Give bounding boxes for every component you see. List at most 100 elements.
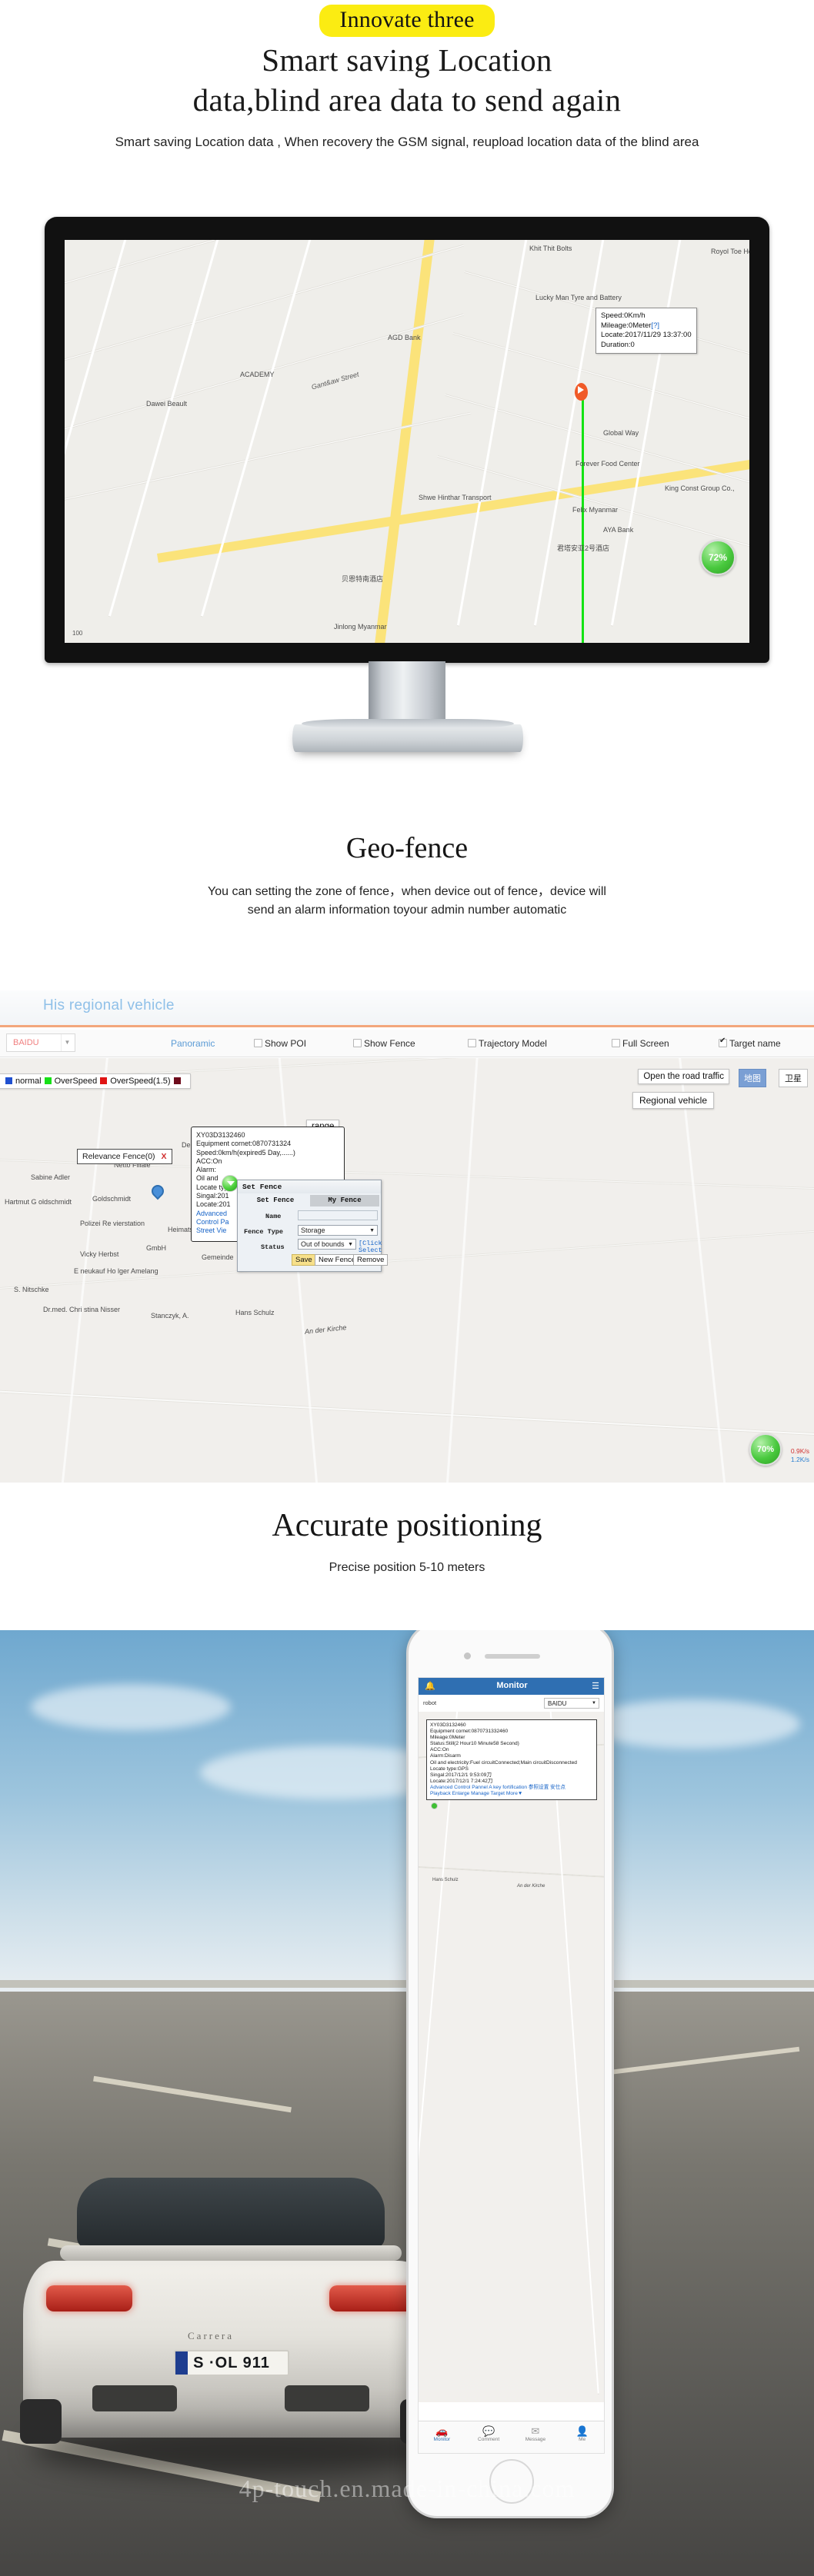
checkbox-trajectory-model[interactable]: Trajectory Model (468, 1038, 547, 1049)
page-title: Smart saving Location data,blind area da… (0, 40, 814, 120)
cloud-shape (585, 1699, 800, 1749)
nav-item-message[interactable]: ✉ Message (512, 2421, 559, 2453)
legend-swatch-normal (5, 1077, 12, 1084)
app-map[interactable]: XY03D3132460 Equipment cornet:0870731332… (419, 1712, 604, 2402)
map-poi: Lucky Man Tyre and Battery (535, 294, 622, 301)
tab-his-regional-vehicle[interactable]: His regional vehicle (43, 997, 175, 1014)
message-icon: ✉ (531, 2425, 540, 2437)
dialog-tabs: Set Fence My Fence (241, 1195, 379, 1206)
open-road-traffic-button[interactable]: Open the road traffic (638, 1069, 729, 1084)
app-title: Monitor (496, 1681, 528, 1690)
app-card-oil: Oil and electricity:Fuel circuitConnecte… (430, 1759, 577, 1766)
phone-screen[interactable]: 🔔 Monitor ☰ robot BAIDU ▼ XY03D3132460 E… (418, 1677, 605, 2454)
panoramic-link[interactable]: Panoramic (171, 1038, 215, 1049)
robot-label: robot (423, 1699, 437, 1706)
menu-icon[interactable]: ☰ (592, 1681, 599, 1691)
tab-my-fence[interactable]: My Fence (310, 1195, 379, 1206)
vehicle-marker-icon[interactable] (575, 383, 588, 401)
network-speed-down: 1.2K/s (790, 1456, 809, 1463)
legend-label-overspeed: OverSpeed (54, 1077, 98, 1086)
monitor-illustration: Khit Thit Bolts Royol Toe Hot Lucky Man … (45, 217, 769, 755)
lifestyle-photo: Carrera S ·OL 911 🔔 Monitor ☰ robot BAID… (0, 1630, 814, 2576)
chevron-down-icon: ▼ (348, 1242, 353, 1247)
fence-type-select[interactable]: Storage ▼ (298, 1225, 378, 1236)
bubble-mileage-flag[interactable]: [?] (651, 321, 659, 330)
map-minor-road (419, 1712, 459, 2394)
map-poi: King Const Group Co., (665, 484, 735, 492)
accurate-title: Accurate positioning (272, 1508, 542, 1543)
app-map-poi: Hans Schulz (432, 1878, 459, 1882)
legend-swatch-overspeed (44, 1077, 52, 1084)
checkbox-show-fence[interactable]: Show Fence (353, 1038, 415, 1049)
nav-item-me[interactable]: 👤 Me (559, 2421, 604, 2453)
map-poi: 贝恩特南酒店 (342, 575, 384, 583)
save-button[interactable]: Save (292, 1254, 316, 1266)
bubble-mileage: Mileage:0Meter (601, 321, 652, 330)
app-card-cornet: Equipment cornet:0870731332460 (430, 1729, 509, 1735)
map-poi: Dr.med. Chri stina Nisser (43, 1306, 121, 1313)
map-minor-road (456, 240, 529, 627)
geofence-desc-line2: send an alarm information toyour admin n… (247, 904, 567, 917)
map-poi: Hans Schulz (235, 1309, 275, 1316)
regional-vehicle-button[interactable]: Regional vehicle (632, 1092, 714, 1109)
sports-car: Carrera S ·OL 911 (20, 2168, 446, 2491)
nav-label: Monitor (433, 2437, 451, 2442)
app-card-locate-type: Locate type:GPS (430, 1766, 469, 1772)
nav-item-comment[interactable]: 💬 Comment (465, 2421, 512, 2453)
map-street-label: An der Kirche (304, 1323, 347, 1336)
map-poi: Goldschmidt (92, 1195, 132, 1203)
car-spoiler (60, 2245, 402, 2261)
relevance-fence-box[interactable]: Relevance Fence(0) X (77, 1149, 172, 1164)
app-card-links-row1[interactable]: Advanced Control Pannel A key fortificat… (430, 1785, 593, 1791)
checkbox-full-screen[interactable]: Full Screen (612, 1038, 669, 1049)
smartphone-mockup: 🔔 Monitor ☰ robot BAIDU ▼ XY03D3132460 E… (406, 1630, 614, 2576)
app-card-links-row2[interactable]: Playback Enlarge Manage Target More▼ (430, 1791, 593, 1797)
camera-icon (464, 1652, 471, 1659)
nav-label: Message (525, 2437, 546, 2442)
app-card-id: XY03D3132460 (430, 1722, 466, 1728)
webapp-map[interactable]: normal OverSpeed OverSpeed(1.5) Open the r… (0, 1058, 814, 1483)
vehicle-status-marker-icon[interactable] (222, 1175, 239, 1192)
info-speed: Speed:0km/h(expired5 Day,......) (196, 1148, 295, 1157)
bubble-speed: Speed:0Km/h (601, 311, 646, 320)
remove-button[interactable]: Remove (353, 1254, 389, 1266)
map-minor-road (200, 240, 313, 617)
map-provider-select[interactable]: BAIDU ▼ (6, 1033, 75, 1052)
map-poi: Forever Food Center (575, 460, 640, 468)
cloud-shape (31, 1684, 231, 1730)
network-speed-up: 0.9K/s (790, 1447, 809, 1455)
app-vehicle-marker-icon[interactable] (431, 1802, 438, 1809)
map-location-pin-icon[interactable] (148, 1182, 167, 1200)
name-input[interactable] (298, 1210, 378, 1220)
checkbox-show-poi[interactable]: Show POI (254, 1038, 306, 1049)
checkbox-box (353, 1039, 362, 1047)
checkbox-label: Full Screen (622, 1038, 669, 1049)
satellite-mode-button[interactable]: 卫星 (779, 1069, 808, 1087)
relevance-fence-label: Relevance Fence(0) (82, 1152, 155, 1161)
nav-item-monitor[interactable]: 🚗 Monitor (419, 2421, 465, 2453)
header-section: Innovate three Smart saving Location dat… (0, 0, 814, 223)
page-title-line2: data,blind area data to send again (192, 82, 622, 118)
license-plate-text: S ·OL 911 (193, 2354, 270, 2371)
app-vehicle-card: XY03D3132460 Equipment cornet:0870731332… (426, 1719, 597, 1801)
nav-label: Me (579, 2437, 586, 2442)
battery-gauge: 72% (700, 540, 736, 575)
tab-set-fence[interactable]: Set Fence (241, 1195, 310, 1206)
monitor-stand-base (292, 719, 523, 752)
close-icon[interactable]: X (162, 1152, 167, 1161)
chevron-down-icon: ▼ (592, 1701, 596, 1706)
legend-label-overspeed15: OverSpeed(1.5) (110, 1077, 171, 1086)
map-mode-button[interactable]: 地图 (739, 1069, 766, 1087)
desktop-map[interactable]: Khit Thit Bolts Royol Toe Hot Lucky Man … (65, 240, 749, 643)
map-track-line (582, 398, 584, 643)
network-speed: 0.9K/s 1.2K/s (791, 1447, 809, 1464)
map-poi: 君塔安亚2号酒店 (557, 544, 610, 552)
car-icon: 🚗 (435, 2425, 449, 2437)
car-model-badge: Carrera (188, 2330, 234, 2341)
legend-swatch-overspeed15 (100, 1077, 108, 1084)
monitor-bezel: Khit Thit Bolts Royol Toe Hot Lucky Man … (45, 217, 769, 663)
checkbox-target-name[interactable]: Target name (719, 1037, 781, 1049)
geofence-title: Geo-fence (345, 832, 469, 864)
app-provider-select[interactable]: BAIDU ▼ (544, 1698, 599, 1709)
status-select[interactable]: Out of bounds ▼ (298, 1239, 356, 1250)
